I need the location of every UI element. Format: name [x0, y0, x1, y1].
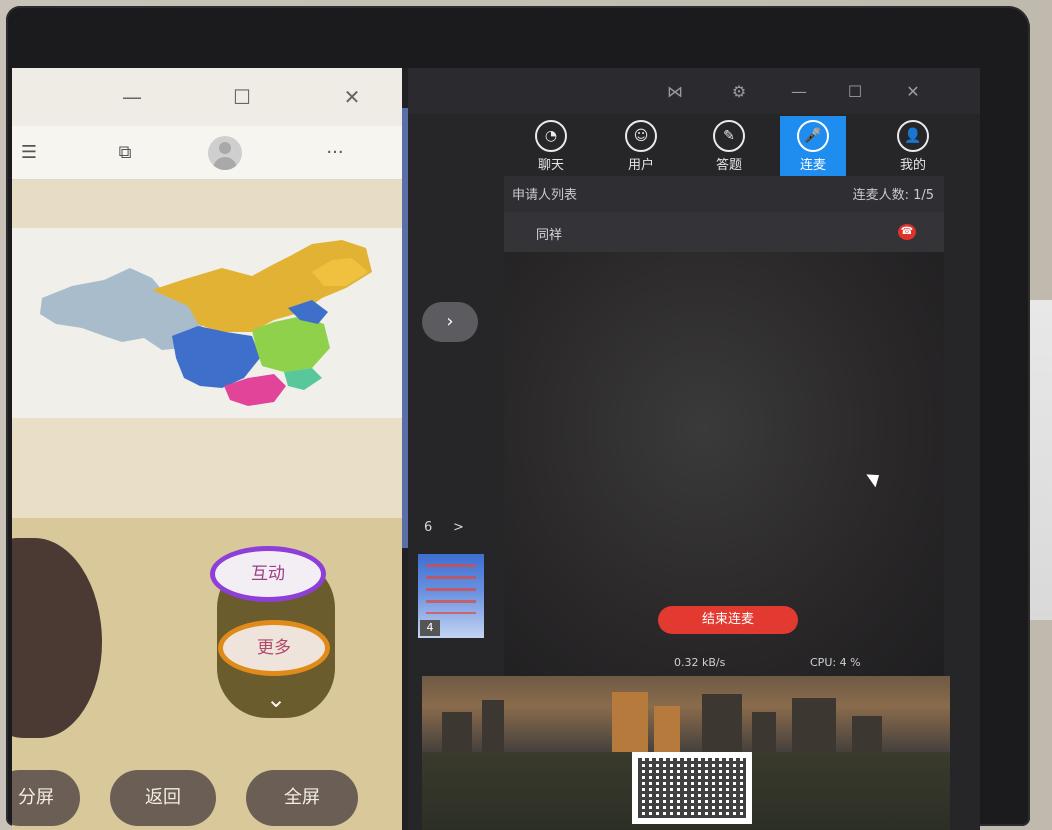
profile-icon: 👤 — [897, 120, 929, 152]
thumbnail-number: 4 — [420, 620, 440, 636]
applicant-list-panel: 申请人列表 连麦人数: 1/5 同祥 ☎ — [504, 176, 944, 252]
browser-titlebar: ☐ ✕ — — [12, 68, 402, 126]
app-maximize-button[interactable]: ☐ — [840, 80, 870, 104]
laptop-bezel: ☐ ✕ — ☰ ⧉ ··· 互动 更多 ⌄ 分屏 返回 全屏 ⋈ ⚙ — ☐ ✕… — [6, 6, 1030, 830]
reading-list-icon[interactable]: ☰ — [12, 138, 46, 168]
page-content-band — [12, 418, 402, 518]
list-item[interactable]: 同祥 ☎ — [504, 212, 944, 252]
browser-maximize-button[interactable]: ☐ — [222, 82, 262, 112]
app-close-button[interactable]: ✕ — [898, 80, 928, 104]
tab-chat[interactable]: ◔ 聊天 — [518, 116, 584, 176]
back-button[interactable]: 返回 — [110, 770, 216, 826]
fullscreen-button[interactable]: 全屏 — [246, 770, 358, 826]
tab-profile[interactable]: 👤 我的 — [880, 116, 946, 176]
end-connect-button[interactable]: 结束连麦 — [658, 606, 798, 634]
tab-answer[interactable]: ✎ 答题 — [696, 116, 762, 176]
tab-label: 我的 — [899, 158, 926, 173]
tab-label: 连麦 — [799, 158, 826, 173]
city-skyline-image — [422, 676, 950, 752]
browser-window: ☐ ✕ — ☰ ⧉ ··· 互动 更多 ⌄ 分屏 返回 全屏 — [12, 68, 402, 830]
laptop-screen: ☐ ✕ — ☰ ⧉ ··· 互动 更多 ⌄ 分屏 返回 全屏 ⋈ ⚙ — ☐ ✕… — [12, 68, 980, 830]
pen-icon: ✎ — [713, 120, 745, 152]
applicant-name: 同祥 — [536, 228, 563, 243]
chevron-down-icon[interactable]: ⌄ — [256, 686, 296, 712]
live-class-app: ⋈ ⚙ — ☐ ✕ ◔ 聊天 ☺ 用户 ✎ 答题 🎤 连麦 👤 我的 申请人列表… — [408, 68, 980, 830]
app-nav-tabs: ◔ 聊天 ☺ 用户 ✎ 答题 🎤 连麦 👤 我的 — [508, 116, 978, 176]
slide-thumbnail[interactable]: 4 — [418, 554, 484, 638]
settings-icon[interactable]: ⚙ — [724, 80, 754, 104]
page-indicator[interactable]: 6 > — [424, 520, 464, 535]
collections-icon[interactable]: ⧉ — [108, 138, 142, 168]
page-next-arrow[interactable]: > — [453, 520, 464, 535]
china-map-image — [12, 228, 402, 418]
browser-minimize-button[interactable]: — — [112, 82, 152, 112]
app-minimize-button[interactable]: — — [784, 80, 814, 104]
users-icon: ☺ — [625, 120, 657, 152]
network-speed: 0.32 kB/s — [674, 656, 726, 669]
applicant-list-title: 申请人列表 — [512, 188, 578, 203]
split-screen-button[interactable]: 分屏 — [12, 770, 80, 826]
tab-label: 答题 — [715, 158, 742, 173]
thumbnail-content — [426, 564, 476, 614]
tab-users[interactable]: ☺ 用户 — [608, 116, 674, 176]
more-button[interactable]: 更多 — [218, 620, 330, 676]
connect-count-label: 连麦人数: 1/5 — [852, 188, 934, 203]
app-titlebar: ⋈ ⚙ — ☐ ✕ — [408, 68, 980, 114]
china-map-graphic — [40, 240, 372, 406]
profile-avatar[interactable] — [208, 136, 242, 170]
page-header-band — [12, 180, 402, 228]
browser-toolbar: ☰ ⧉ ··· — [12, 126, 402, 180]
page-number: 6 — [424, 520, 433, 535]
tab-label: 用户 — [627, 158, 654, 173]
cpu-usage: CPU: 4 % — [810, 656, 861, 669]
tab-connect-mic[interactable]: 🎤 连麦 — [780, 116, 846, 176]
microphone-icon: 🎤 — [797, 120, 829, 152]
browser-close-button[interactable]: ✕ — [332, 82, 372, 112]
mouse-cursor-icon — [866, 468, 884, 488]
more-menu-icon[interactable]: ··· — [318, 138, 352, 168]
chat-icon: ◔ — [535, 120, 567, 152]
interact-button[interactable]: 互动 — [210, 546, 326, 602]
qr-code-image — [632, 752, 752, 824]
share-icon[interactable]: ⋈ — [660, 80, 690, 104]
next-page-button[interactable]: › — [422, 302, 478, 342]
tab-label: 聊天 — [537, 158, 564, 173]
hang-up-icon[interactable]: ☎ — [898, 224, 916, 240]
